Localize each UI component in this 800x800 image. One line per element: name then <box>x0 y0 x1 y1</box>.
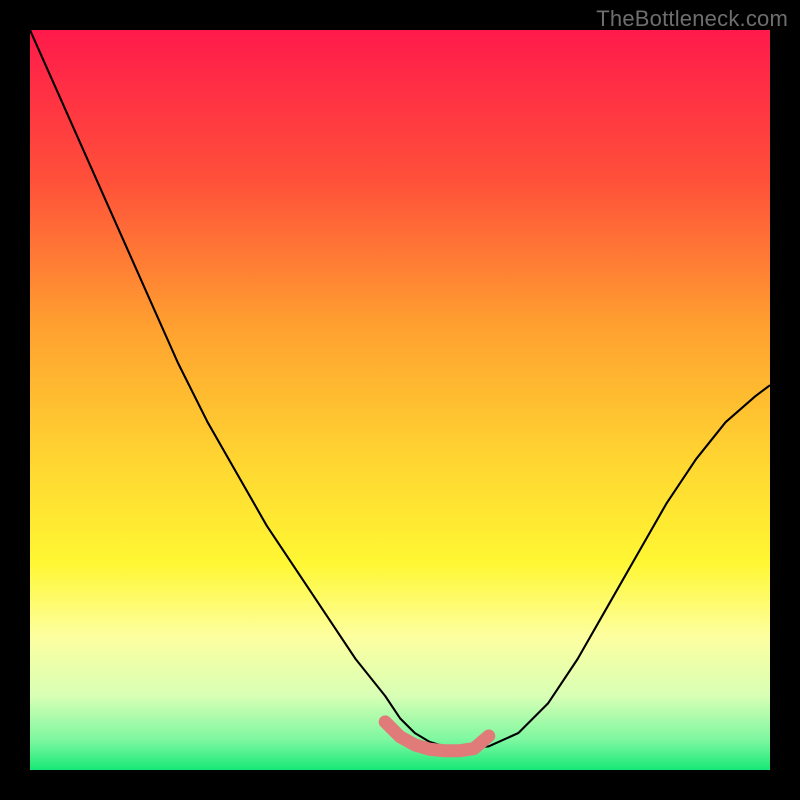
chart-svg <box>30 30 770 770</box>
watermark-text: TheBottleneck.com <box>596 6 788 32</box>
plot-area <box>30 30 770 770</box>
gradient-background <box>30 30 770 770</box>
chart-stage: TheBottleneck.com <box>0 0 800 800</box>
